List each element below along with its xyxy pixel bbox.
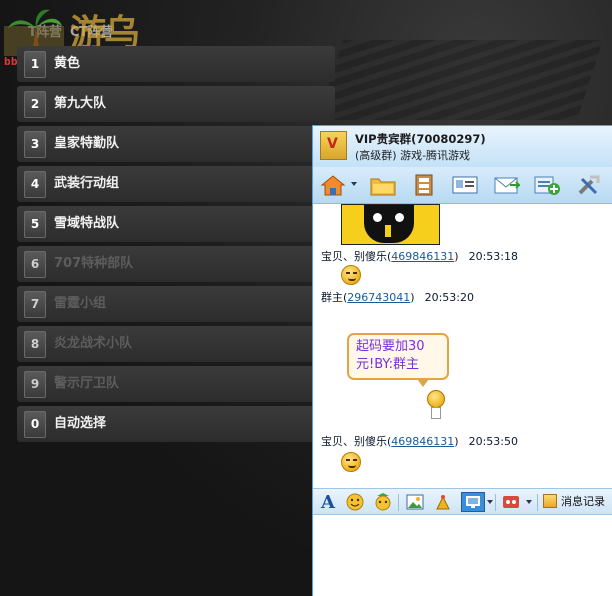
team-number-key: 8 xyxy=(24,331,46,358)
team-name: 第九大队 xyxy=(54,96,107,111)
mail-icon[interactable] xyxy=(493,172,521,198)
message-header: 群主(296743041) 20:53:20 xyxy=(321,291,474,304)
magic-emoji-icon[interactable] xyxy=(373,492,393,512)
group-title: VIP贵宾群(70080297) xyxy=(355,132,486,146)
team-option[interactable]: 3 皇家特勤队 xyxy=(17,126,335,162)
sender-name: 群主 xyxy=(321,291,343,304)
team-name: 707特种部队 xyxy=(54,256,134,271)
grin-emoji-icon xyxy=(341,452,361,472)
chat-toolbar xyxy=(313,167,612,204)
message-bubble: 起码要加30元!BY:群主 xyxy=(347,333,449,387)
team-option[interactable]: 7 雷霆小组 xyxy=(17,286,335,322)
message-input[interactable] xyxy=(313,515,612,596)
team-option[interactable]: 5 雪域特战队 xyxy=(17,206,335,242)
cat-sticker-image xyxy=(341,204,440,245)
qq-group-chat-window: VIP贵宾群(70080297) (高级群) 游戏-腾讯游戏 xyxy=(312,125,612,596)
sender-qq-link[interactable]: 296743041 xyxy=(347,291,410,304)
team-number-key: 2 xyxy=(24,91,46,118)
tab-ct-side[interactable]: CT阵营 xyxy=(70,22,113,44)
folder-icon[interactable] xyxy=(369,172,397,198)
message-time: 20:53:20 xyxy=(424,291,474,304)
message-header: 宝贝、别傻乐(469846131) 20:53:18 xyxy=(321,250,518,263)
team-select-list: 1 黄色 2 第九大队 3 皇家特勤队 4 武装行动组 5 雪域特战队 6 707特种部队 7 雷霆小组 8… xyxy=(17,46,335,446)
chat-window-header: VIP贵宾群(70080297) (高级群) 游戏-腾讯游戏 xyxy=(313,126,612,167)
card-icon[interactable] xyxy=(451,172,479,198)
message-record-button[interactable]: 消息记录 xyxy=(543,489,605,515)
sender-name: 宝贝、别傻乐 xyxy=(321,250,387,263)
home-icon[interactable] xyxy=(319,172,347,198)
team-option[interactable]: 9 警示厅卫队 xyxy=(17,366,335,402)
message-record-icon xyxy=(543,494,557,508)
team-name: 雷霆小组 xyxy=(54,296,107,311)
screenshot-button[interactable] xyxy=(461,492,485,512)
font-button[interactable]: A xyxy=(318,492,338,513)
sender-name: 宝贝、别傻乐 xyxy=(321,435,387,448)
group-subtitle: (高级群) 游戏-腾讯游戏 xyxy=(355,149,471,162)
team-option[interactable]: 4 武装行动组 xyxy=(17,166,335,202)
team-name: 雪域特战队 xyxy=(54,216,120,231)
team-option[interactable]: 2 第九大队 xyxy=(17,86,335,122)
team-name: 警示厅卫队 xyxy=(54,376,120,391)
team-name: 皇家特勤队 xyxy=(54,136,120,151)
message-record-label: 消息记录 xyxy=(561,495,605,508)
team-number-key: 7 xyxy=(24,291,46,318)
group-avatar-icon[interactable] xyxy=(320,131,347,160)
album-icon[interactable] xyxy=(410,172,438,198)
team-number-key: 3 xyxy=(24,131,46,158)
chevron-down-icon[interactable] xyxy=(526,500,532,504)
team-number-key: 0 xyxy=(24,411,46,438)
team-option[interactable]: 0 自动选择 xyxy=(17,406,335,442)
message-header: 宝贝、别傻乐(469846131) 20:53:50 xyxy=(321,435,518,448)
team-number-key: 4 xyxy=(24,171,46,198)
input-toolbar: A 消息记录 xyxy=(313,488,612,515)
message-time: 20:53:18 xyxy=(468,250,518,263)
team-option[interactable]: 1 黄色 xyxy=(17,46,335,82)
add-icon[interactable] xyxy=(533,172,561,198)
tab-t-side[interactable]: T阵营 xyxy=(28,22,62,44)
chevron-down-icon[interactable] xyxy=(351,182,357,186)
message-time: 20:53:50 xyxy=(468,435,518,448)
team-name: 黄色 xyxy=(54,56,81,71)
chat-history[interactable]: 宝贝、别傻乐(469846131) 20:53:18 群主(296743041) 2… xyxy=(313,204,612,488)
grin-emoji-icon xyxy=(341,265,361,285)
team-name: 炎龙战术小队 xyxy=(54,336,133,351)
team-option[interactable]: 8 炎龙战术小队 xyxy=(17,326,335,362)
emoji-button[interactable] xyxy=(345,492,365,512)
team-number-key: 9 xyxy=(24,371,46,398)
gift-icon[interactable] xyxy=(433,492,453,512)
team-number-key: 6 xyxy=(24,251,46,278)
team-number-key: 5 xyxy=(24,211,46,238)
tools-icon[interactable] xyxy=(575,172,603,198)
image-button[interactable] xyxy=(405,492,425,512)
background-graffiti xyxy=(317,40,603,120)
chevron-down-icon[interactable] xyxy=(487,500,493,504)
team-number-key: 1 xyxy=(24,51,46,78)
sender-qq-link[interactable]: 469846131 xyxy=(391,250,454,263)
doll-emoji-icon xyxy=(425,390,447,420)
team-name: 自动选择 xyxy=(54,416,107,431)
team-option[interactable]: 6 707特种部队 xyxy=(17,246,335,282)
team-name: 武装行动组 xyxy=(54,176,120,191)
team-side-tabs: T阵营 CT阵营 xyxy=(0,0,160,46)
sender-qq-link[interactable]: 469846131 xyxy=(391,435,454,448)
tencent-icon[interactable] xyxy=(501,492,521,512)
